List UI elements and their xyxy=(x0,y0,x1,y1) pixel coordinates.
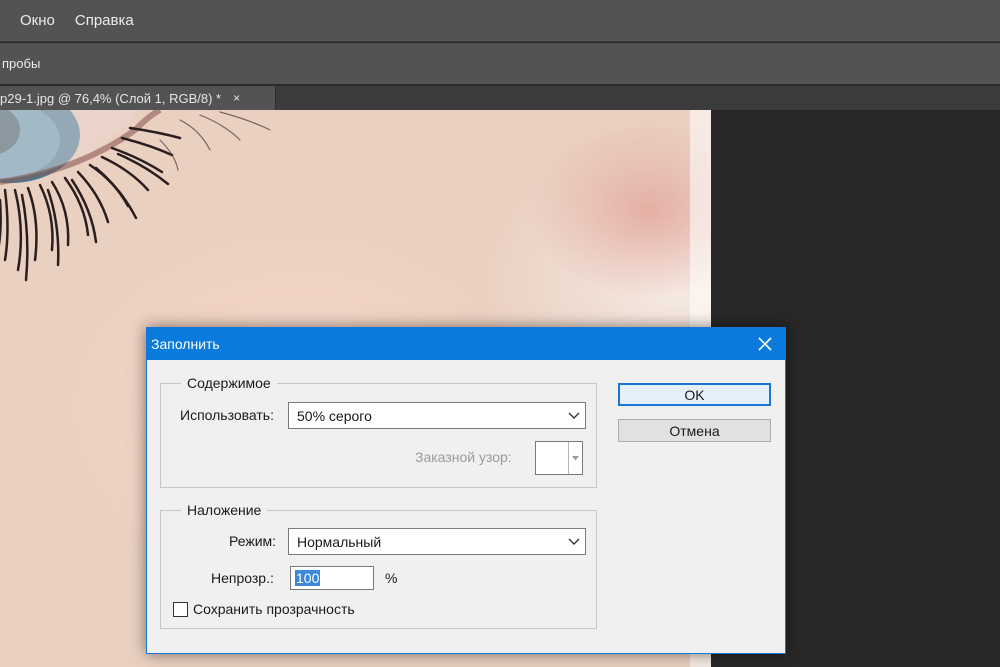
ok-button[interactable]: OK xyxy=(618,383,771,406)
opacity-input[interactable]: 100 xyxy=(290,566,374,590)
menu-bar: Окно Справка xyxy=(0,0,1000,42)
cancel-button[interactable]: Отмена xyxy=(618,419,771,442)
menu-window[interactable]: Окно xyxy=(0,0,65,42)
use-dropdown[interactable]: 50% серого xyxy=(288,402,586,429)
photoshop-window: Окно Справка пробы p29-1.jpg @ 76,4% (Сл… xyxy=(0,0,1000,667)
chevron-down-icon xyxy=(563,412,585,420)
fill-dialog: Заполнить Содержимое Использовать: 50% с… xyxy=(146,327,786,654)
dialog-title: Заполнить xyxy=(151,336,220,352)
use-label: Использовать: xyxy=(180,407,274,423)
dialog-titlebar[interactable]: Заполнить xyxy=(147,328,785,360)
mode-dropdown[interactable]: Нормальный xyxy=(288,528,586,555)
document-tab[interactable]: p29-1.jpg @ 76,4% (Слой 1, RGB/8) * × xyxy=(0,86,276,110)
chevron-down-icon xyxy=(563,538,585,546)
mode-dropdown-value: Нормальный xyxy=(297,533,382,550)
mode-label: Режим: xyxy=(229,533,277,549)
opacity-unit: % xyxy=(385,570,398,586)
use-dropdown-value: 50% серого xyxy=(297,407,372,424)
menu-help[interactable]: Справка xyxy=(65,0,144,42)
preserve-transparency-label[interactable]: Сохранить прозрачность xyxy=(193,601,355,617)
options-bar: пробы xyxy=(0,43,1000,85)
custom-pattern-label: Заказной узор: xyxy=(415,449,512,465)
document-tab-title: p29-1.jpg @ 76,4% (Слой 1, RGB/8) * xyxy=(0,90,222,106)
tab-close-icon[interactable]: × xyxy=(233,91,240,105)
document-tab-bar: p29-1.jpg @ 76,4% (Слой 1, RGB/8) * × xyxy=(0,86,1000,110)
preserve-transparency-checkbox[interactable] xyxy=(173,602,188,617)
pattern-swatch xyxy=(536,442,569,474)
custom-pattern-picker[interactable] xyxy=(535,441,583,475)
blending-group-legend: Наложение xyxy=(181,502,268,518)
chevron-down-icon xyxy=(569,442,582,474)
options-bar-label: пробы xyxy=(2,56,41,71)
content-group-legend: Содержимое xyxy=(181,375,277,391)
content-group: Содержимое xyxy=(160,375,597,488)
opacity-value: 100 xyxy=(295,570,321,586)
close-icon[interactable] xyxy=(745,328,785,360)
opacity-label: Непрозр.: xyxy=(211,570,274,586)
